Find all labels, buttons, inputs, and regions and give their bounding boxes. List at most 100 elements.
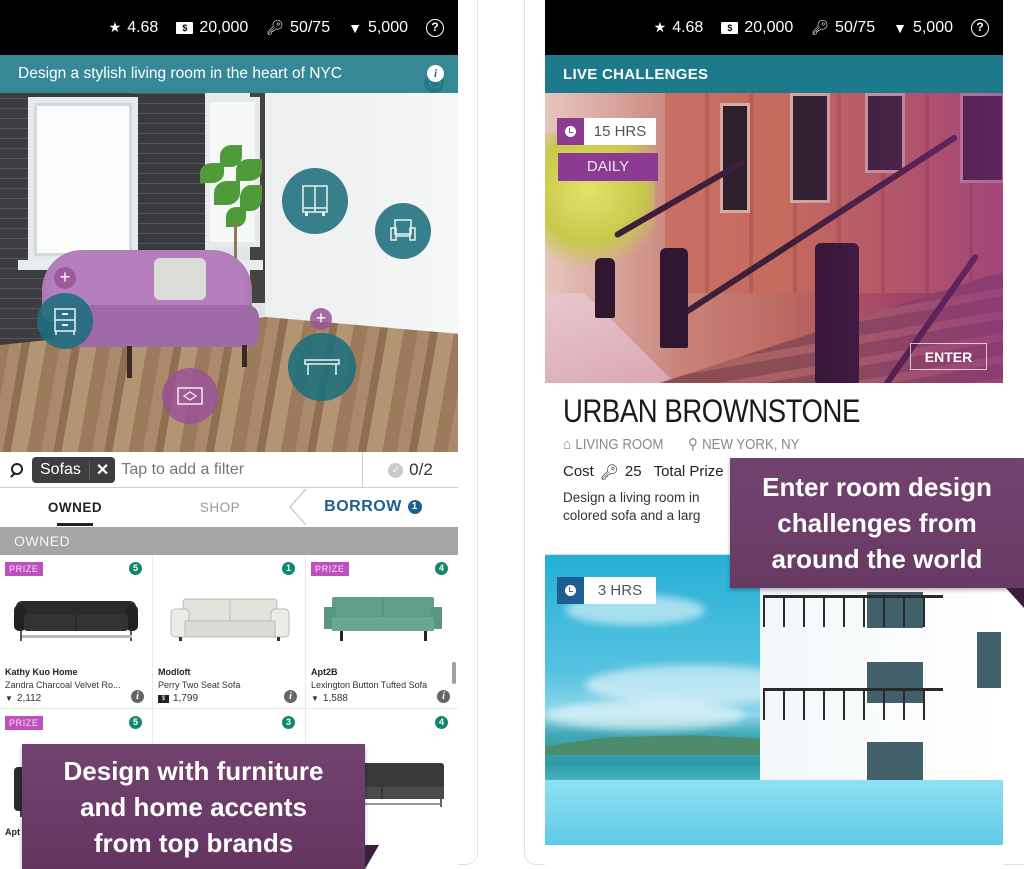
keys-stat[interactable]: 🔑︎ 50/75	[811, 19, 875, 37]
prize-badge: PRIZE	[5, 562, 43, 576]
enter-challenge-button[interactable]: ENTER	[910, 343, 987, 370]
armchair-hotspot[interactable]	[375, 203, 431, 259]
coffee-table-hotspot[interactable]	[288, 333, 356, 401]
product-card[interactable]: PRIZE 5 Kathy Kuo Home Zandra Charcoal V…	[0, 555, 152, 708]
selection-count: ✓ 0/2	[362, 452, 458, 488]
borrow-count-badge: 1	[407, 500, 422, 514]
challenge-timer: 15 HRS	[557, 118, 656, 145]
challenge-meta: ⌂ LIVING ROOM ⚲ NEW YORK, NY	[563, 435, 800, 454]
inventory-tabs: OWNED SHOP BORROW 1	[0, 489, 458, 526]
section-header: OWNED	[0, 527, 458, 555]
challenge-description: Design a living room in colored sofa and…	[563, 490, 701, 523]
add-item-plus-icon[interactable]: +	[54, 267, 76, 289]
cabinet-hotspot[interactable]	[282, 168, 348, 234]
cash-icon: $	[158, 694, 169, 703]
cash-icon: $	[176, 21, 194, 34]
clock-icon	[557, 118, 584, 145]
callout-fold	[1006, 588, 1024, 608]
window	[720, 103, 750, 213]
quantity-badge: 3	[282, 716, 295, 729]
clock-icon	[557, 577, 584, 604]
quantity-badge: 5	[129, 562, 142, 575]
prize-badge: PRIZE	[5, 716, 43, 730]
filter-chip-label: Sofas	[40, 460, 81, 478]
balcony-railing	[763, 595, 943, 627]
diamond-icon: ▼	[893, 19, 907, 36]
infinity-pool	[545, 780, 1003, 845]
callout-fold	[365, 845, 379, 869]
rating-stat: ★ 4.68	[108, 18, 159, 36]
nightstand-icon	[54, 308, 76, 335]
room-designer-screen: + + ★ 4.68 $20,000 🔑︎ 50/75 ▼ 5,000 ? Desig…	[0, 0, 458, 869]
cash-icon: $	[721, 21, 739, 34]
product-card[interactable]: 1 Modloft Perry Two Seat Sofa $1,799 i	[153, 555, 305, 708]
tab-borrow[interactable]: BORROW 1	[288, 489, 458, 525]
filter-bar: Sofas ✕ ✓ 0/2	[0, 452, 458, 488]
quantity-badge: 5	[129, 716, 142, 729]
tab-shop[interactable]: SHOP	[150, 500, 290, 515]
chesterfield-sofa-image	[14, 601, 138, 641]
help-icon[interactable]: ?	[426, 18, 444, 37]
diamonds-stat[interactable]: ▼ 5,000	[348, 19, 408, 37]
purple-gradient-overlay	[783, 93, 1003, 383]
two-seat-sofa-image	[170, 598, 290, 641]
room-challenge-text: Design a stylish living room in the hear…	[18, 65, 342, 82]
diamond-icon: ▼	[311, 694, 319, 703]
feature-callout-furniture: Design with furniture and home accents f…	[22, 744, 365, 869]
live-challenges-screen: ★ 4.68 $20,000 🔑︎ 50/75 ▼ 5,000 ? LIVE CHAL…	[545, 0, 1003, 869]
product-brand: Modloft	[158, 667, 191, 677]
house-icon: ⌂	[563, 435, 571, 453]
scrollbar-thumb[interactable]	[452, 662, 456, 684]
search-icon	[9, 462, 23, 477]
rug-icon	[177, 387, 203, 405]
star-icon: ★	[108, 19, 122, 35]
product-price: $1,799	[158, 693, 198, 704]
product-price: ▼ 2,112	[5, 693, 42, 704]
add-item-plus-icon[interactable]: +	[310, 308, 332, 330]
help-icon[interactable]: ?	[971, 18, 989, 37]
quantity-badge: 4	[435, 716, 448, 729]
plant	[200, 145, 270, 263]
product-price: ▼ 1,588	[311, 693, 348, 704]
coffee-table-icon	[304, 359, 340, 375]
tab-owned[interactable]: OWNED	[0, 500, 150, 526]
product-info-icon[interactable]: i	[131, 690, 144, 703]
product-name: Perry Two Seat Sofa	[158, 680, 241, 690]
key-icon: 🔑︎	[599, 464, 619, 481]
product-info-icon[interactable]: i	[437, 690, 450, 703]
tufted-sofa-image	[324, 597, 442, 641]
product-card[interactable]: PRIZE 4 Apt2B Lexington Button Tufted So…	[306, 555, 458, 708]
product-name: Zandra Charcoal Velvet Ro...	[5, 680, 121, 690]
keys-stat[interactable]: 🔑︎ 50/75	[266, 19, 330, 37]
challenge-cost: Cost 🔑︎ 25 Total Prize	[563, 463, 724, 481]
filter-input[interactable]	[121, 460, 352, 479]
newel-post	[660, 248, 688, 348]
info-icon[interactable]: i	[427, 65, 444, 82]
location-pin-icon: ⚲	[688, 436, 698, 453]
status-bar: ★ 4.68 $20,000 🔑︎ 50/75 ▼ 5,000 ?	[545, 0, 1003, 55]
newel-post	[595, 258, 615, 318]
product-info-icon[interactable]: i	[284, 690, 297, 703]
diamonds-stat[interactable]: ▼ 5,000	[893, 19, 953, 37]
quantity-badge: 1	[282, 562, 295, 575]
daily-tag: DAILY	[558, 153, 658, 181]
cabinet-icon	[302, 185, 328, 216]
product-brand: Apt	[5, 827, 20, 837]
remove-filter-icon[interactable]: ✕	[88, 459, 115, 480]
window	[28, 97, 138, 262]
room-scene[interactable]: + +	[0, 55, 458, 452]
villa-window	[865, 740, 925, 785]
filter-chip[interactable]: Sofas ✕	[32, 456, 116, 483]
key-icon: 🔑︎	[266, 19, 285, 35]
nightstand-hotspot[interactable]	[37, 293, 93, 349]
balcony-railing	[763, 688, 943, 720]
cash-stat[interactable]: $20,000	[176, 19, 248, 37]
cloud	[545, 700, 745, 730]
product-name: Lexington Button Tufted Sofa	[311, 680, 428, 690]
rug-hotspot[interactable]	[162, 368, 218, 424]
key-icon: 🔑︎	[811, 19, 830, 35]
rating-stat: ★ 4.68	[653, 18, 704, 36]
quantity-badge: 4	[435, 562, 448, 575]
product-brand: Apt2B	[311, 667, 338, 677]
cash-stat[interactable]: $20,000	[721, 19, 793, 37]
